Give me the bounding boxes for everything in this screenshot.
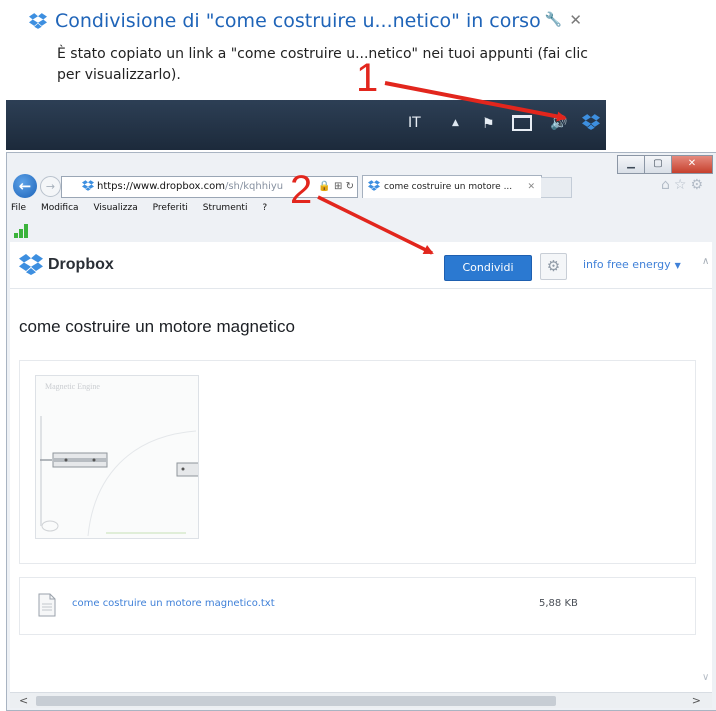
- page-title: come costruire un motore magnetico: [19, 317, 295, 336]
- notification-title: Condivisione di "come costruire u...neti…: [55, 10, 541, 32]
- show-hidden-icons-icon[interactable]: ▲: [452, 118, 459, 128]
- navigation-bar: ← → https://www.dropbox.com/sh/kqhhiyu 🔒…: [11, 173, 711, 201]
- scroll-right-icon[interactable]: >: [692, 694, 701, 707]
- flag-icon[interactable]: ⚑: [482, 116, 495, 132]
- dropbox-logo-text: Dropbox: [48, 255, 114, 273]
- preview-panel: Magnetic Engine: [19, 360, 696, 564]
- window-controls: ▁ ▢ ✕: [617, 155, 713, 174]
- forward-button[interactable]: →: [40, 176, 61, 197]
- list-item[interactable]: come costruire un motore magnetico.txt 5…: [19, 577, 696, 635]
- menu-item-help[interactable]: ?: [262, 203, 267, 213]
- settings-gear-icon[interactable]: ⚙: [690, 177, 707, 193]
- back-button[interactable]: ←: [13, 174, 37, 198]
- tab-close-icon[interactable]: ✕: [527, 176, 535, 198]
- url-host: https://www.dropbox.com: [97, 181, 225, 192]
- scroll-up-icon[interactable]: ∧: [702, 256, 709, 267]
- maximize-button[interactable]: ▢: [644, 155, 672, 174]
- scroll-down-icon[interactable]: ∨: [702, 672, 709, 683]
- account-name: info free energy: [583, 258, 671, 271]
- scroll-left-icon[interactable]: <: [19, 694, 28, 707]
- site-favicon-icon: [82, 180, 94, 191]
- dropbox-icon: [29, 13, 47, 29]
- notification-message[interactable]: È stato copiato un link a "come costruir…: [57, 44, 597, 86]
- file-name-link[interactable]: come costruire un motore magnetico.txt: [72, 598, 275, 609]
- address-bar[interactable]: https://www.dropbox.com/sh/kqhhiyu 🔒 ⊞ ↻: [61, 176, 358, 198]
- browser-toolbar-icons: ⌂☆⚙: [661, 177, 707, 193]
- wrench-icon[interactable]: 🔧: [545, 12, 562, 28]
- tray-dropbox-icon[interactable]: [582, 114, 600, 130]
- menu-item-file[interactable]: File: [11, 203, 26, 213]
- chevron-down-icon: ▼: [674, 261, 681, 270]
- tab-favicon-icon: [368, 180, 380, 191]
- url-path: /sh/kqhhiyu: [224, 181, 284, 192]
- account-menu[interactable]: info free energy ▼: [583, 258, 681, 271]
- text-file-icon: [38, 593, 56, 617]
- share-button[interactable]: Condividi: [444, 255, 532, 281]
- gear-icon[interactable]: ⚙: [540, 253, 567, 280]
- language-indicator[interactable]: IT: [408, 115, 421, 131]
- new-tab-button[interactable]: [541, 177, 572, 198]
- notification-toast[interactable]: Condivisione di "come costruire u...neti…: [8, 0, 606, 100]
- horizontal-scrollbar[interactable]: < >: [10, 692, 712, 708]
- dropbox-logo[interactable]: Dropbox: [19, 254, 114, 275]
- signal-bars-icon: [14, 224, 34, 238]
- menu-item-preferiti[interactable]: Preferiti: [153, 203, 188, 213]
- tab-title: come costruire un motore ...: [384, 182, 513, 192]
- annotation-number-1: 1: [356, 56, 379, 100]
- network-icon[interactable]: [512, 115, 532, 131]
- scrollbar-thumb[interactable]: [36, 696, 556, 706]
- annotation-number-2: 2: [290, 168, 313, 212]
- address-bar-icons: 🔒 ⊞ ↻: [318, 181, 354, 192]
- menu-item-strumenti[interactable]: Strumenti: [203, 203, 248, 213]
- tab-active[interactable]: come costruire un motore ... ✕: [362, 175, 542, 198]
- magnet-diagram-image: [40, 416, 198, 537]
- volume-icon[interactable]: 🔊: [550, 115, 567, 131]
- close-icon[interactable]: ✕: [569, 11, 582, 29]
- menu-item-visualizza[interactable]: Visualizza: [93, 203, 137, 213]
- file-preview-thumbnail[interactable]: Magnetic Engine: [35, 375, 199, 539]
- menu-item-modifica[interactable]: Modifica: [41, 203, 79, 213]
- dropbox-header: Dropbox Condividi ⚙ info free energy ▼ ∧: [10, 242, 712, 289]
- browser-window: ▁ ▢ ✕ ← → https://www.dropbox.com/sh/kqh…: [6, 152, 716, 711]
- home-icon[interactable]: ⌂: [661, 177, 674, 193]
- web-page: Dropbox Condividi ⚙ info free energy ▼ ∧ …: [10, 242, 712, 708]
- notification-title-row: Condivisione di "come costruire u...neti…: [29, 10, 541, 32]
- file-size: 5,88 KB: [539, 598, 578, 609]
- taskbar: IT ▲ ⚑ 🔊: [6, 100, 606, 150]
- minimize-button[interactable]: ▁: [617, 155, 645, 174]
- favorites-star-icon[interactable]: ☆: [674, 177, 691, 193]
- close-window-button[interactable]: ✕: [671, 155, 713, 174]
- dropbox-logo-icon: [19, 254, 43, 275]
- menu-bar: File Modifica Visualizza Preferiti Strum…: [11, 203, 279, 221]
